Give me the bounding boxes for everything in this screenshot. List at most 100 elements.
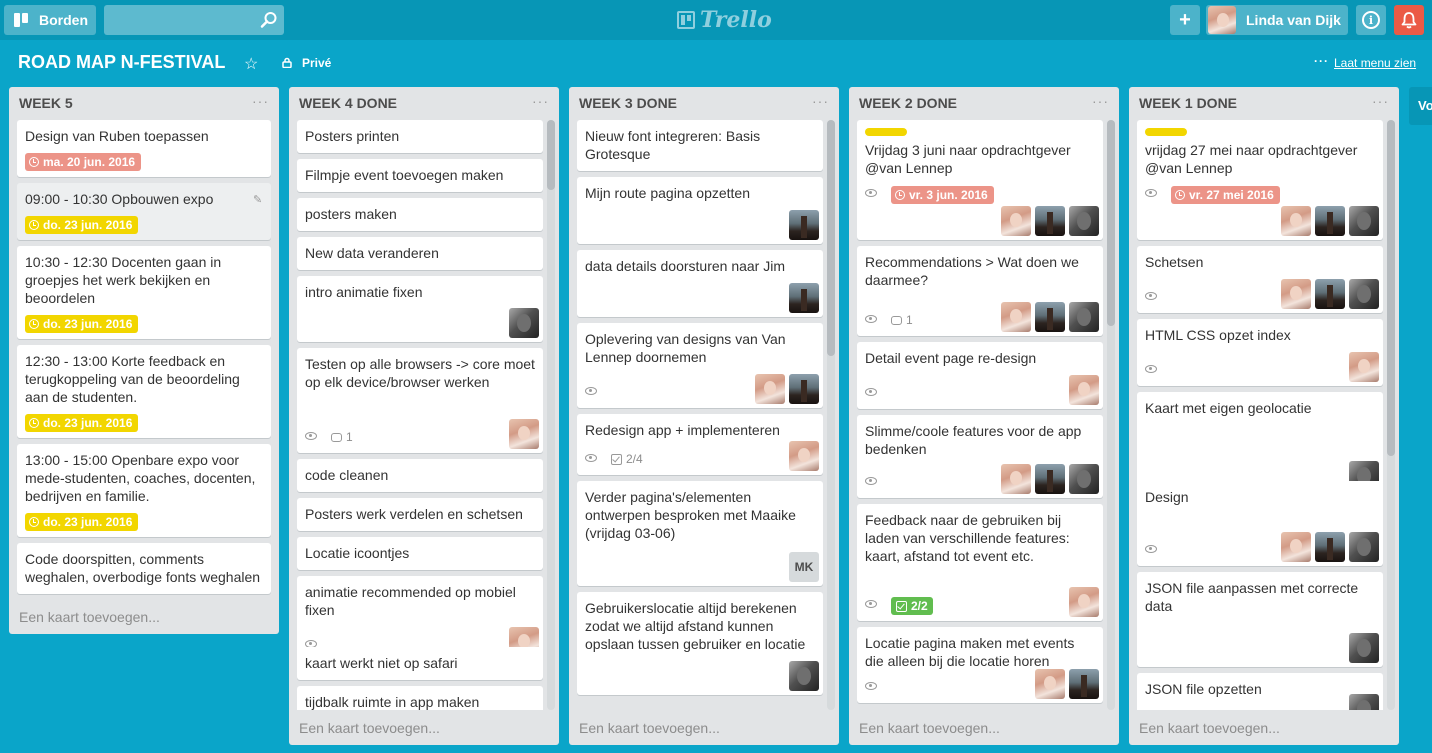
notifications-button[interactable] [1394, 5, 1424, 35]
list[interactable]: WEEK 4 DONE ··· Posters printen Filmpje eve… [289, 87, 559, 745]
card[interactable]: Filmpje event toevoegen maken [297, 159, 543, 192]
more-icon[interactable]: ··· [1314, 54, 1329, 68]
card[interactable]: Design [1137, 481, 1383, 566]
list[interactable]: WEEK 2 DONE ··· Vrijdag 3 juni naar opdrac… [849, 87, 1119, 745]
add-card-link[interactable]: Een kaart toevoegen... [579, 720, 720, 736]
card[interactable]: Vrijdag 3 juni naar opdrachtgever @van L… [857, 120, 1103, 240]
member-avatar[interactable] [1069, 302, 1099, 332]
card[interactable]: JSON file opzetten [1137, 673, 1383, 710]
member-avatar[interactable] [1281, 279, 1311, 309]
card[interactable]: Locatie icoontjes [297, 537, 543, 570]
add-card-link[interactable]: Een kaart toevoegen... [299, 720, 440, 736]
card[interactable]: Slimme/coole features voor de app bedenk… [857, 415, 1103, 498]
member-avatar[interactable] [1315, 279, 1345, 309]
card[interactable]: Oplevering van designs van Van Lennep do… [577, 323, 823, 408]
star-icon[interactable]: ☆ [244, 54, 258, 74]
list-scrollbar[interactable] [547, 120, 555, 710]
card[interactable]: Locatie pagina maken met events die alle… [857, 627, 1103, 703]
member-avatar[interactable] [1349, 352, 1379, 382]
scrollbar-thumb[interactable] [547, 120, 555, 190]
list-title[interactable]: WEEK 2 DONE [859, 95, 957, 111]
member-avatar[interactable] [1001, 206, 1031, 236]
card[interactable]: Code doorspitten, comments weghalen, ove… [17, 543, 271, 594]
user-menu-button[interactable]: Linda van Dijk [1206, 5, 1348, 35]
member-avatar[interactable] [789, 374, 819, 404]
member-avatar[interactable] [1069, 375, 1099, 405]
list-menu-icon[interactable]: ··· [532, 93, 549, 109]
card[interactable]: Design van Ruben toepassen ma. 20 jun. 20… [17, 120, 271, 177]
member-avatar[interactable] [1349, 206, 1379, 236]
card[interactable]: code cleanen [297, 459, 543, 492]
list-menu-icon[interactable]: ··· [1092, 93, 1109, 109]
card[interactable]: tijdbalk ruimte in app maken [297, 686, 543, 710]
member-avatar[interactable] [789, 283, 819, 313]
due-date-badge[interactable]: do. 23 jun. 2016 [25, 414, 139, 432]
board-title[interactable]: ROAD MAP N-FESTIVAL [18, 52, 225, 73]
trello-logo[interactable]: Trello [677, 7, 772, 33]
list[interactable]: WEEK 5 ··· Design van Ruben toepassen ma. 2… [9, 87, 279, 634]
lock-icon[interactable] [282, 57, 292, 68]
member-avatar[interactable] [789, 661, 819, 691]
card[interactable]: vrijdag 27 mei naar opdrachtgever @van L… [1137, 120, 1383, 240]
member-avatar[interactable] [1069, 464, 1099, 494]
scrollbar-thumb[interactable] [1387, 120, 1395, 456]
show-menu-link[interactable]: Laat menu zien [1334, 56, 1416, 70]
add-card-link[interactable]: Een kaart toevoegen... [1139, 720, 1280, 736]
card[interactable]: New data veranderen [297, 237, 543, 270]
member-avatar[interactable] [789, 441, 819, 471]
member-avatar[interactable] [755, 374, 785, 404]
member-avatar[interactable] [1069, 206, 1099, 236]
card[interactable]: Feedback naar de gebruiken bij laden van… [857, 504, 1103, 621]
card[interactable]: HTML CSS opzet index [1137, 319, 1383, 386]
add-button[interactable]: + [1170, 5, 1200, 35]
member-avatar[interactable] [1315, 206, 1345, 236]
member-avatar[interactable] [1281, 532, 1311, 562]
member-avatar[interactable] [1349, 279, 1379, 309]
list-menu-icon[interactable]: ··· [812, 93, 829, 109]
card[interactable]: 13:00 - 15:00 Openbare expo voor mede-st… [17, 444, 271, 537]
member-avatar[interactable] [1001, 302, 1031, 332]
member-avatar[interactable] [1035, 302, 1065, 332]
search-input[interactable] [104, 5, 284, 35]
card[interactable]: Posters werk verdelen en schetsen [297, 498, 543, 531]
card[interactable]: Mijn route pagina opzetten [577, 177, 823, 244]
list-menu-icon[interactable]: ··· [1372, 93, 1389, 109]
add-card-link[interactable]: Een kaart toevoegen... [859, 720, 1000, 736]
member-avatar[interactable]: MK [789, 552, 819, 582]
member-avatar[interactable] [1069, 669, 1099, 699]
list-scrollbar[interactable] [1107, 120, 1115, 710]
card[interactable]: Redesign app + implementeren 2/4 [577, 414, 823, 475]
card[interactable]: intro animatie fixen [297, 276, 543, 342]
card[interactable]: 10:30 - 12:30 Docenten gaan in groepjes … [17, 246, 271, 339]
edit-icon[interactable]: ✎ [253, 193, 263, 206]
list-scrollbar[interactable] [1387, 120, 1395, 710]
card[interactable]: JSON file aanpassen met correcte data [1137, 572, 1383, 667]
card[interactable]: 09:00 - 10:30 Opbouwen expo ✎ do. 23 jun. … [17, 183, 271, 240]
list-title[interactable]: WEEK 3 DONE [579, 95, 677, 111]
card[interactable]: posters maken [297, 198, 543, 231]
scrollbar-thumb[interactable] [1107, 120, 1115, 326]
list[interactable]: WEEK 1 DONE ··· vrijdag 27 mei naar opdrac… [1129, 87, 1399, 745]
member-avatar[interactable] [1349, 694, 1379, 710]
card[interactable]: 12:30 - 13:00 Korte feedback en terugkop… [17, 345, 271, 438]
member-avatar[interactable] [1001, 464, 1031, 494]
due-date-badge[interactable]: do. 23 jun. 2016 [25, 216, 139, 234]
due-date-badge[interactable]: vr. 3 jun. 2016 [891, 186, 994, 204]
scrollbar-thumb[interactable] [827, 120, 835, 356]
card[interactable]: Verder pagina's/elementen ontwerpen besp… [577, 481, 823, 586]
boards-button[interactable]: Borden [4, 5, 96, 35]
member-avatar[interactable] [1281, 206, 1311, 236]
list[interactable]: WEEK 3 DONE ··· Nieuw font integreren: Bas… [569, 87, 839, 745]
member-avatar[interactable] [1035, 464, 1065, 494]
member-avatar[interactable] [1035, 669, 1065, 699]
card[interactable]: kaart werkt niet op safari [297, 647, 543, 680]
due-date-badge[interactable]: do. 23 jun. 2016 [25, 315, 139, 333]
board-privacy[interactable]: Privé [302, 56, 331, 70]
add-card-link[interactable]: Een kaart toevoegen... [19, 609, 160, 625]
card[interactable]: Detail event page re-design [857, 342, 1103, 409]
card[interactable]: Posters printen [297, 120, 543, 153]
list-menu-icon[interactable]: ··· [252, 93, 269, 109]
member-avatar[interactable] [1315, 532, 1345, 562]
member-avatar[interactable] [509, 308, 539, 338]
search-icon[interactable] [260, 11, 278, 29]
